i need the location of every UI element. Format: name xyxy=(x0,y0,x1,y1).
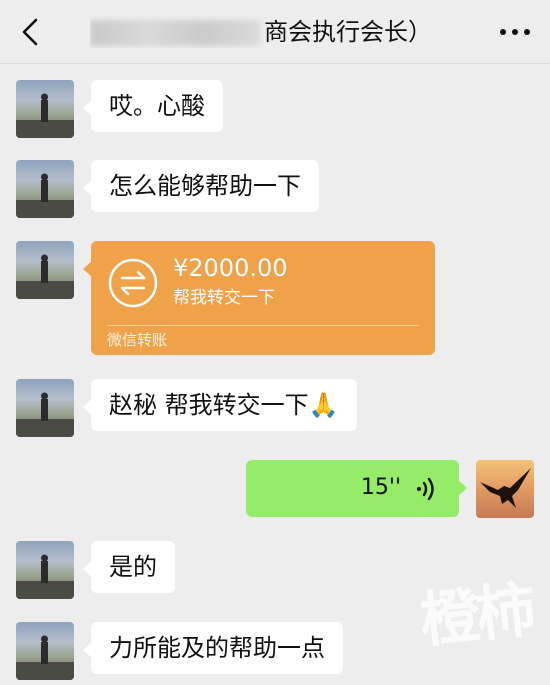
blurred-name xyxy=(90,20,260,46)
back-button[interactable] xyxy=(14,14,50,50)
transfer-note: 帮我转交一下 xyxy=(173,288,275,308)
message-text: 是的 xyxy=(109,553,157,581)
self-avatar[interactable] xyxy=(476,460,534,518)
message-bubble[interactable]: 哎。心酸 xyxy=(83,80,223,132)
message-bubble[interactable]: 赵秘 帮我转交一下🙏 xyxy=(83,379,357,431)
transfer-amount: ¥2000.00 xyxy=(173,254,288,282)
transfer-arrows-icon xyxy=(108,258,158,308)
message-text: 力所能及的帮助一点 xyxy=(109,634,325,662)
voice-wave-icon xyxy=(417,477,434,501)
message-text: 哎。心酸 xyxy=(109,92,205,120)
more-button[interactable] xyxy=(498,20,532,44)
watermark-logo: 橙柿 xyxy=(416,575,536,657)
contact-avatar[interactable] xyxy=(16,160,74,218)
divider xyxy=(107,325,419,326)
message-bubble[interactable]: 是的 xyxy=(83,541,175,593)
contact-avatar[interactable] xyxy=(16,241,74,299)
transfer-card[interactable]: ¥2000.00 帮我转交一下 微信转账 xyxy=(83,241,435,355)
transfer-label: 微信转账 xyxy=(107,331,168,349)
contact-avatar[interactable] xyxy=(16,80,74,138)
message-text: 怎么能够帮助一下 xyxy=(109,172,301,200)
voice-message[interactable]: 15'' xyxy=(246,460,467,517)
message-bubble[interactable]: 力所能及的帮助一点 xyxy=(83,622,343,674)
contact-avatar[interactable] xyxy=(16,379,74,437)
more-dots-icon xyxy=(500,29,530,35)
chevron-left-icon xyxy=(22,18,38,46)
eagle-icon xyxy=(480,468,531,508)
contact-avatar[interactable] xyxy=(16,622,74,680)
message-bubble[interactable]: 怎么能够帮助一下 xyxy=(83,160,319,212)
chat-title: 商会执行会长） xyxy=(90,16,460,48)
voice-duration: 15'' xyxy=(360,475,401,500)
chat-title-text: 商会执行会长） xyxy=(264,18,432,46)
chat-header: 商会执行会长） xyxy=(0,0,550,64)
contact-avatar[interactable] xyxy=(16,541,74,599)
message-text: 赵秘 帮我转交一下🙏 xyxy=(109,391,339,419)
